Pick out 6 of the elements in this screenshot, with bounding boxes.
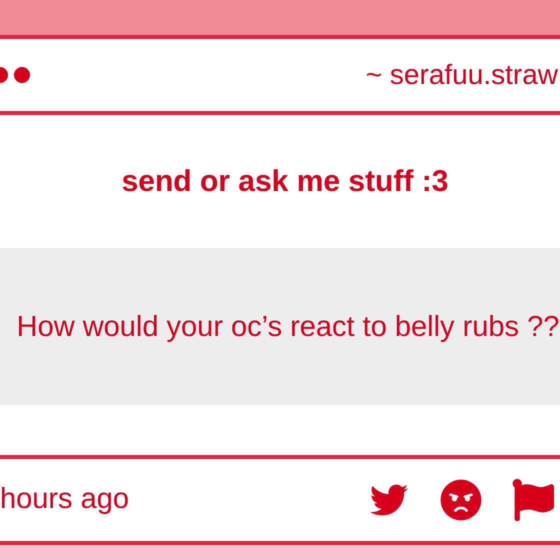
question-text: How would your oc’s react to belly rubs ??: [16, 310, 560, 344]
site-name: ~ serafuu.straw: [366, 58, 559, 92]
angry-face-icon[interactable]: [440, 479, 482, 521]
timestamp: hours ago: [0, 482, 129, 518]
card-title: send or ask me stuff :3: [122, 164, 448, 200]
flag-icon[interactable]: [512, 479, 554, 521]
